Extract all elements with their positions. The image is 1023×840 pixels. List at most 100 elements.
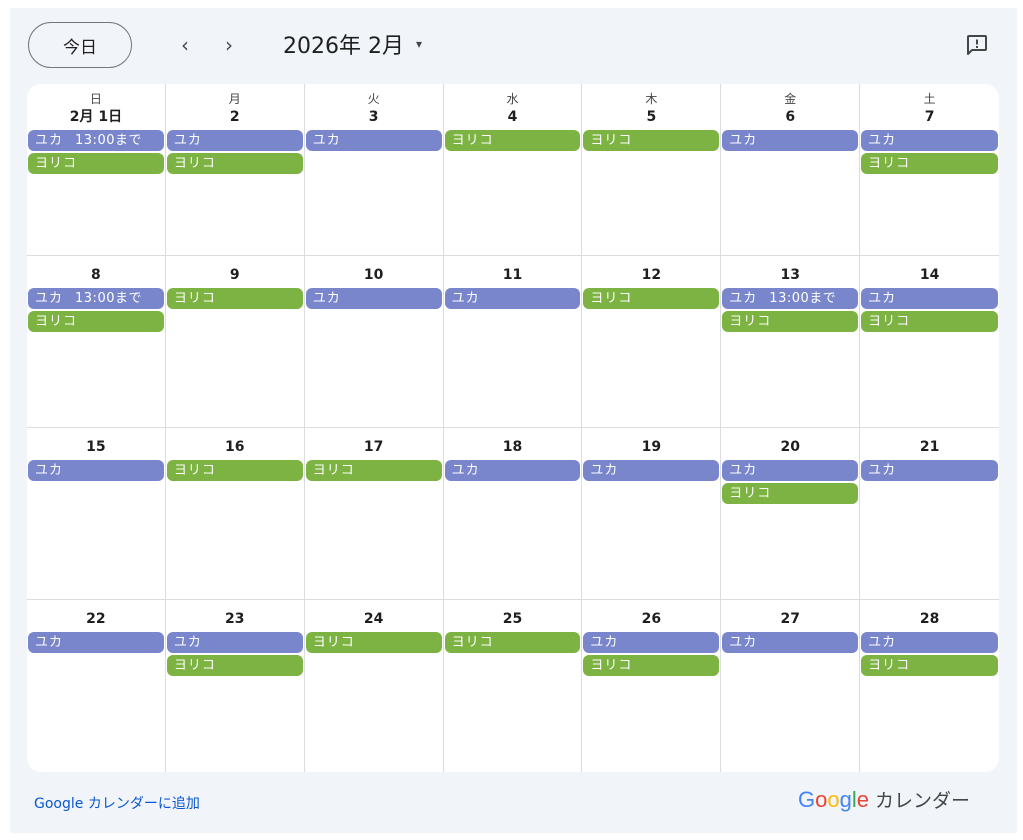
date-number[interactable]: 16 bbox=[166, 438, 304, 456]
day-cell[interactable]: 22 ユカ bbox=[27, 600, 166, 772]
event-chip[interactable]: ヨリコ bbox=[444, 130, 581, 151]
event-chip[interactable]: ヨリコ bbox=[166, 288, 303, 309]
day-cell[interactable]: 27 ユカ bbox=[721, 600, 861, 772]
event-chip[interactable]: ユカ bbox=[583, 632, 720, 653]
day-cell[interactable]: 26 ユカ ヨリコ bbox=[582, 600, 722, 772]
date-number[interactable]: 24 bbox=[305, 610, 443, 628]
event-chip[interactable]: ヨリコ bbox=[583, 130, 720, 151]
day-cell[interactable]: 月 2 ユカ ヨリコ bbox=[165, 84, 305, 256]
event-chip[interactable]: ユカ bbox=[861, 288, 998, 309]
date-number[interactable]: 10 bbox=[305, 266, 443, 284]
date-number[interactable]: 26 bbox=[582, 610, 720, 628]
day-cell[interactable]: 25 ヨリコ bbox=[444, 600, 583, 772]
day-cell[interactable]: 23 ユカ ヨリコ bbox=[166, 600, 305, 772]
date-number[interactable]: 2 bbox=[166, 108, 304, 126]
event-chip[interactable]: ヨリコ bbox=[305, 632, 442, 653]
day-cell[interactable]: 21 ユカ bbox=[860, 428, 999, 600]
event-chip[interactable]: ユカ 13:00まで bbox=[722, 288, 859, 309]
day-cell[interactable]: 金 6 ユカ bbox=[721, 84, 861, 256]
day-cell[interactable]: 14 ユカ ヨリコ bbox=[860, 256, 999, 428]
event-chip[interactable]: ユカ bbox=[861, 632, 998, 653]
event-chip[interactable]: ユカ bbox=[861, 460, 998, 481]
event-chip[interactable]: ユカ bbox=[28, 632, 164, 653]
date-number[interactable]: 9 bbox=[166, 266, 304, 284]
day-cell[interactable]: 20 ユカ ヨリコ bbox=[721, 428, 861, 600]
month-selector[interactable]: 2026年 2月 ▾ bbox=[283, 28, 422, 60]
date-number[interactable]: 8 bbox=[27, 266, 165, 284]
event-chip[interactable]: ユカ bbox=[722, 632, 859, 653]
date-number[interactable]: 21 bbox=[860, 438, 999, 456]
date-number[interactable]: 28 bbox=[860, 610, 999, 628]
day-cell[interactable]: 17 ヨリコ bbox=[304, 428, 444, 600]
date-number[interactable]: 4 bbox=[444, 108, 582, 126]
date-number[interactable]: 22 bbox=[27, 610, 165, 628]
day-cell[interactable]: 9 ヨリコ bbox=[165, 256, 305, 428]
today-button[interactable]: 今日 bbox=[28, 22, 132, 68]
event-chip[interactable]: ヨリコ bbox=[583, 288, 720, 309]
date-number[interactable]: 6 bbox=[721, 108, 859, 126]
day-cell[interactable]: 12 ヨリコ bbox=[582, 256, 722, 428]
date-number[interactable]: 5 bbox=[582, 108, 720, 126]
date-number[interactable]: 20 bbox=[721, 438, 859, 456]
day-cell[interactable]: 13 ユカ 13:00まで ヨリコ bbox=[721, 256, 861, 428]
date-number[interactable]: 19 bbox=[582, 438, 720, 456]
event-chip[interactable]: ヨリコ bbox=[166, 460, 303, 481]
event-chip[interactable]: ユカ bbox=[444, 288, 581, 309]
event-chip[interactable]: ヨリコ bbox=[861, 153, 998, 174]
date-number[interactable]: 11 bbox=[444, 266, 582, 284]
event-chip[interactable]: ヨリコ bbox=[166, 655, 303, 676]
next-month-button[interactable]: › bbox=[214, 30, 244, 60]
event-chip[interactable]: ユカ bbox=[28, 460, 164, 481]
event-chip[interactable]: ユカ bbox=[305, 130, 442, 151]
date-number[interactable]: 14 bbox=[860, 266, 999, 284]
event-chip[interactable]: ユカ 13:00まで bbox=[28, 130, 164, 151]
day-cell[interactable]: 16 ヨリコ bbox=[165, 428, 305, 600]
event-chip[interactable]: ヨリコ bbox=[444, 632, 581, 653]
event-chip[interactable]: ヨリコ bbox=[28, 311, 164, 332]
add-to-google-calendar-link[interactable]: Google カレンダーに追加 bbox=[34, 793, 200, 813]
event-chip[interactable]: ユカ 13:00まで bbox=[28, 288, 164, 309]
event-chip[interactable]: ユカ bbox=[305, 288, 442, 309]
date-number[interactable]: 27 bbox=[721, 610, 859, 628]
day-cell[interactable]: 28 ユカ ヨリコ bbox=[860, 600, 999, 772]
date-number[interactable]: 25 bbox=[444, 610, 582, 628]
day-cell[interactable]: 24 ヨリコ bbox=[305, 600, 444, 772]
date-number[interactable]: 23 bbox=[166, 610, 304, 628]
day-cell[interactable]: 日 2月 1日 ユカ 13:00まで ヨリコ bbox=[27, 84, 166, 256]
feedback-button[interactable] bbox=[964, 33, 990, 59]
day-cell[interactable]: 木 5 ヨリコ bbox=[582, 84, 722, 256]
date-number[interactable]: 3 bbox=[305, 108, 443, 126]
event-chip[interactable]: ヨリコ bbox=[722, 483, 859, 504]
event-chip[interactable]: ヨリコ bbox=[583, 655, 720, 676]
date-number[interactable]: 12 bbox=[582, 266, 720, 284]
day-cell[interactable]: 19 ユカ bbox=[582, 428, 722, 600]
date-number[interactable]: 7 bbox=[860, 108, 999, 126]
day-cell[interactable]: 10 ユカ bbox=[304, 256, 444, 428]
event-chip[interactable]: ユカ bbox=[861, 130, 998, 151]
date-number[interactable]: 18 bbox=[444, 438, 582, 456]
event-chip[interactable]: ユカ bbox=[444, 460, 581, 481]
event-chip[interactable]: ヨリコ bbox=[305, 460, 442, 481]
event-chip[interactable]: ユカ bbox=[722, 130, 859, 151]
day-cell[interactable]: 土 7 ユカ ヨリコ bbox=[860, 84, 999, 256]
day-cell[interactable]: 火 3 ユカ bbox=[304, 84, 444, 256]
event-chip[interactable]: ユカ bbox=[583, 460, 720, 481]
day-cell[interactable]: 11 ユカ bbox=[443, 256, 583, 428]
date-number[interactable]: 2月 1日 bbox=[27, 108, 165, 126]
day-cell[interactable]: 8 ユカ 13:00まで ヨリコ bbox=[27, 256, 166, 428]
date-number[interactable]: 15 bbox=[27, 438, 165, 456]
event-chip[interactable]: ユカ bbox=[166, 632, 303, 653]
event-chip[interactable]: ヨリコ bbox=[722, 311, 859, 332]
event-chip[interactable]: ヨリコ bbox=[861, 655, 998, 676]
event-chip[interactable]: ユカ bbox=[166, 130, 303, 151]
event-chip[interactable]: ヨリコ bbox=[861, 311, 998, 332]
event-chip[interactable]: ユカ bbox=[722, 460, 859, 481]
day-cell[interactable]: 水 4 ヨリコ bbox=[443, 84, 583, 256]
prev-month-button[interactable]: ‹ bbox=[170, 30, 200, 60]
date-number[interactable]: 17 bbox=[305, 438, 443, 456]
day-cell[interactable]: 15 ユカ bbox=[27, 428, 166, 600]
day-cell[interactable]: 18 ユカ bbox=[443, 428, 583, 600]
date-number[interactable]: 13 bbox=[721, 266, 859, 284]
event-chip[interactable]: ヨリコ bbox=[166, 153, 303, 174]
event-chip[interactable]: ヨリコ bbox=[28, 153, 164, 174]
